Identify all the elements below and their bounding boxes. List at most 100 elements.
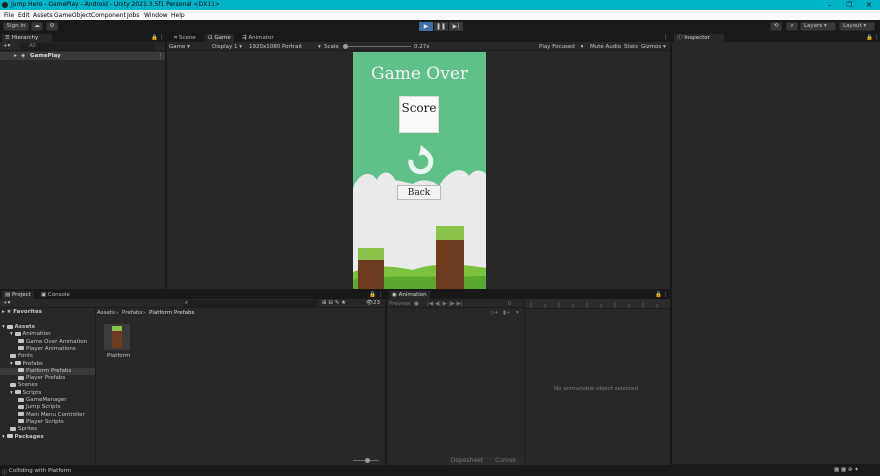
sign-in-button[interactable]: Sign in bbox=[3, 22, 29, 31]
minimize-icon[interactable]: – bbox=[828, 1, 832, 9]
favorites-row[interactable]: ▸ ★ Favorites bbox=[0, 309, 95, 316]
frame-field[interactable]: 0 bbox=[508, 301, 512, 307]
project-tree-divider[interactable] bbox=[95, 309, 96, 465]
play-focused-dropdown[interactable]: Play Focused ▾ bbox=[539, 44, 583, 50]
pause-button[interactable]: ❚❚ bbox=[434, 22, 448, 31]
project-tree-item[interactable]: Scenes bbox=[0, 382, 95, 389]
tab-project[interactable]: ▤ Project bbox=[2, 291, 34, 299]
project-add-icon[interactable]: +▾ bbox=[3, 300, 10, 306]
project-tree-item[interactable]: Fonts bbox=[0, 353, 95, 360]
tab-hierarchy[interactable]: ☰ Hierarchy bbox=[2, 34, 52, 42]
breadcrumb-assets[interactable]: Assets bbox=[97, 310, 115, 316]
expand-arrow-icon[interactable]: ▾ bbox=[2, 434, 7, 440]
play-button[interactable]: ▶ bbox=[419, 22, 433, 31]
game-panel-menu-icon[interactable]: ⋮ bbox=[663, 35, 669, 41]
back-button[interactable]: Back bbox=[397, 185, 441, 200]
expand-arrow-icon[interactable]: ▾ bbox=[10, 361, 15, 367]
preview-toggle[interactable]: Preview bbox=[389, 301, 410, 307]
hierarchy-row-gameplay[interactable]: ▸ ◈ GamePlay ⋮ bbox=[0, 52, 165, 60]
menu-window[interactable]: Window bbox=[144, 12, 168, 19]
project-tree-item[interactable]: ▾ Assets bbox=[0, 324, 95, 331]
project-tree-item[interactable]: Main Menu Controller bbox=[0, 412, 95, 419]
expand-arrow-icon[interactable]: ▾ bbox=[10, 390, 15, 396]
animation-lock-icon[interactable]: 🔒 bbox=[655, 292, 662, 298]
restart-icon[interactable] bbox=[406, 146, 432, 168]
project-tree-item[interactable]: ▾ Packages bbox=[0, 434, 95, 441]
history-icon[interactable]: ⟲ bbox=[770, 22, 782, 31]
menu-file[interactable]: File bbox=[4, 12, 14, 19]
curves-tab[interactable]: Curves bbox=[487, 457, 524, 465]
menu-gameobject[interactable]: GameObject bbox=[54, 12, 91, 19]
project-tree-item[interactable]: Platform Prefabs bbox=[0, 367, 95, 375]
layout-dropdown[interactable]: Layout ▾ bbox=[839, 22, 875, 31]
filter-icons[interactable]: ⊞ ⊟ ✎ ★ bbox=[322, 300, 346, 306]
status-message[interactable]: Colliding with Platform bbox=[9, 468, 71, 474]
add-event-icon[interactable]: ▮+ bbox=[503, 310, 511, 316]
project-tree-item[interactable]: Player Prefabs bbox=[0, 375, 95, 382]
project-lock-icon[interactable]: 🔒 bbox=[369, 292, 376, 298]
menu-component[interactable]: Component bbox=[91, 12, 126, 19]
tab-console[interactable]: ▣ Console bbox=[38, 291, 73, 299]
stats-toggle[interactable]: Stats bbox=[624, 44, 638, 50]
record-icon[interactable]: ● bbox=[414, 301, 419, 307]
project-tree-item[interactable]: Player Scripts bbox=[0, 419, 95, 426]
zoom-slider[interactable] bbox=[353, 458, 379, 463]
tab-scene[interactable]: ⌗ Scene bbox=[171, 34, 199, 42]
project-tree-item[interactable]: Player Animations bbox=[0, 346, 95, 353]
animation-divider[interactable] bbox=[524, 299, 525, 465]
status-icons[interactable]: ▦ ▦ ⊛ ✦ bbox=[834, 467, 859, 473]
breadcrumb-platform-prefabs[interactable]: Platform Prefabs bbox=[149, 310, 194, 316]
step-button[interactable]: ▶| bbox=[449, 22, 463, 31]
layers-dropdown[interactable]: Layers ▾ bbox=[800, 22, 836, 31]
project-tree-item[interactable]: GameManager bbox=[0, 397, 95, 404]
game-view[interactable]: Game Over Score Back bbox=[353, 52, 486, 289]
project-tree-item[interactable]: ▾ Scripts bbox=[0, 390, 95, 397]
zoom-slider-thumb[interactable] bbox=[365, 458, 370, 463]
gizmos-dropdown[interactable]: Gizmos ▾ bbox=[641, 44, 666, 50]
tab-inspector[interactable]: ⓘ Inspector bbox=[674, 34, 724, 42]
inspector-menu-icon[interactable]: ⋮ bbox=[874, 35, 880, 41]
project-tree-item[interactable]: ▾ Animation bbox=[0, 331, 95, 338]
timeline-ruler[interactable] bbox=[525, 299, 670, 309]
expand-arrow-icon[interactable]: ▾ bbox=[10, 331, 15, 337]
project-tree-item[interactable]: Game Over Animation bbox=[0, 339, 95, 346]
expand-arrow-icon[interactable]: ▾ bbox=[2, 324, 7, 330]
tab-animator[interactable]: ⇶ Animator bbox=[239, 34, 277, 42]
menu-edit[interactable]: Edit bbox=[18, 12, 30, 19]
menu-assets[interactable]: Assets bbox=[33, 12, 53, 19]
scale-slider-thumb[interactable] bbox=[343, 44, 348, 49]
scale-slider[interactable] bbox=[343, 44, 411, 49]
cloud-icon[interactable]: ☁ bbox=[31, 22, 43, 31]
maximize-icon[interactable]: ❐ bbox=[846, 1, 852, 9]
lock-icon[interactable]: 🔒 bbox=[151, 35, 158, 41]
dopesheet-tab[interactable]: Dopesheet bbox=[447, 457, 487, 465]
project-tree-item[interactable]: ▾ Prefabs bbox=[0, 361, 95, 368]
more-menu-icon[interactable]: ⋮ bbox=[159, 35, 165, 41]
add-keyframe-icon[interactable]: ◇+ bbox=[490, 310, 499, 316]
asset-platform[interactable]: Platform bbox=[104, 324, 130, 360]
project-search[interactable]: ⌕ bbox=[183, 300, 318, 307]
animation-menu-icon[interactable]: ⋮ bbox=[663, 292, 669, 298]
scene-menu-icon[interactable]: ⋮ bbox=[158, 53, 164, 59]
game-mode-dropdown[interactable]: Game ▾ bbox=[169, 44, 190, 50]
project-menu-icon[interactable]: ⋮ bbox=[378, 292, 384, 298]
project-tree-item[interactable]: Jump Scripts bbox=[0, 404, 95, 411]
breadcrumb-prefabs[interactable]: Prefabs bbox=[122, 310, 142, 316]
search-icon[interactable]: ⌕ bbox=[786, 22, 798, 31]
close-icon[interactable]: ✕ bbox=[866, 1, 872, 9]
display-dropdown[interactable]: Display 1 ▾ bbox=[212, 44, 242, 50]
menu-jobs[interactable]: Jobs bbox=[127, 12, 139, 19]
project-tree-item[interactable]: Sprites bbox=[0, 426, 95, 433]
add-icon[interactable]: +▾ bbox=[3, 43, 10, 49]
mute-audio-toggle[interactable]: Mute Audio bbox=[590, 44, 621, 50]
hierarchy-search[interactable]: All bbox=[20, 43, 155, 50]
playback-controls[interactable]: |◀ ◀| ▶ |▶ ▶| bbox=[427, 301, 463, 307]
collab-icon[interactable]: ⚙ bbox=[46, 22, 58, 31]
tab-game[interactable]: ⊡ Game bbox=[205, 34, 234, 42]
tab-animation[interactable]: ◉ Animation bbox=[389, 291, 430, 299]
filter-icon[interactable]: ▾ bbox=[516, 310, 519, 316]
inspector-lock-icon[interactable]: 🔒 bbox=[866, 35, 873, 41]
resolution-dropdown[interactable]: 1920x1080 Portrait ▾ bbox=[249, 44, 321, 50]
expand-arrow-icon[interactable]: ▸ bbox=[14, 53, 17, 59]
menu-help[interactable]: Help bbox=[171, 12, 185, 19]
